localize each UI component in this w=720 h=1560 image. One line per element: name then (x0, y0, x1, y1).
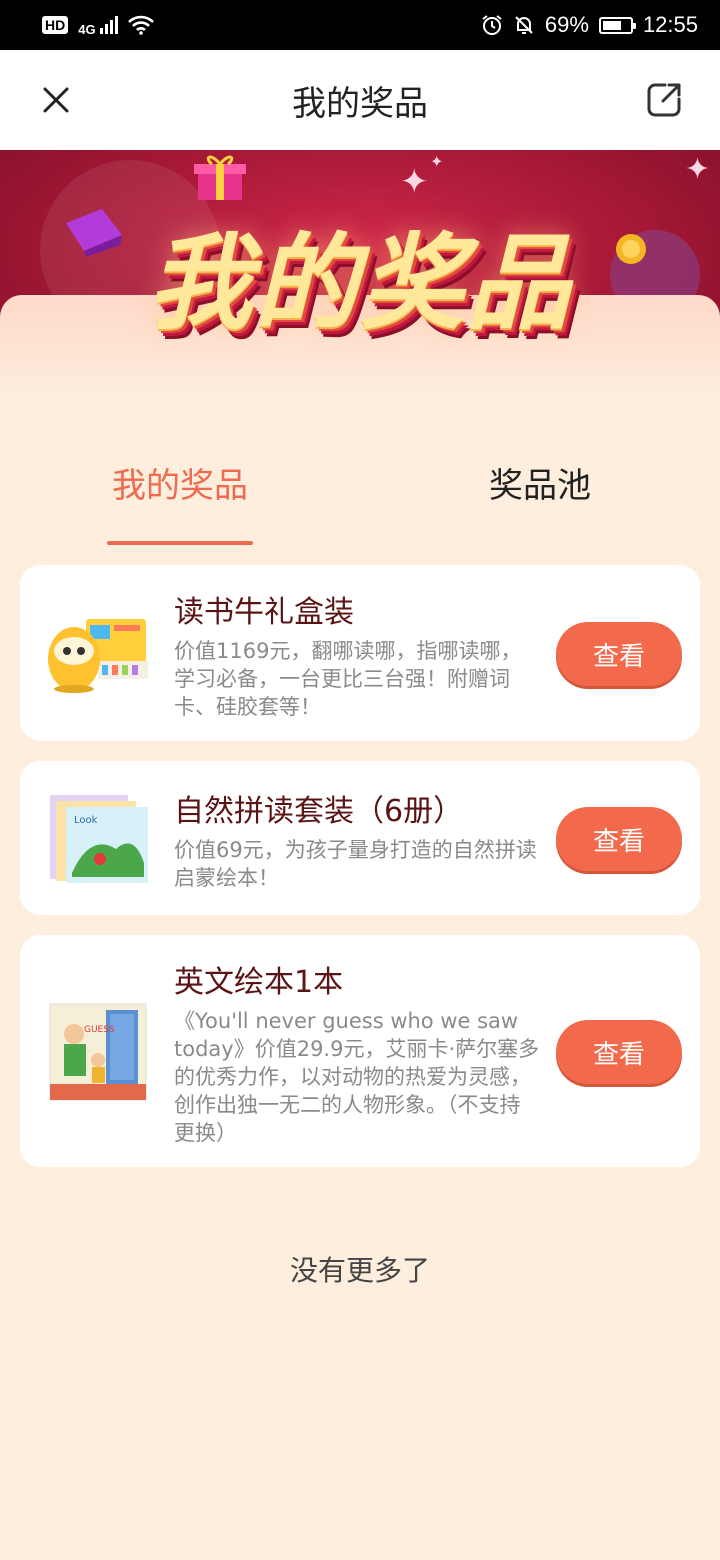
close-icon (43, 87, 69, 113)
page-title: 我的奖品 (292, 83, 428, 124)
nav-bar: 我的奖品 (0, 50, 720, 150)
prize-desc: 《You'll never guess who we saw today》价值2… (174, 1009, 540, 1145)
status-bar: HD 4G 69% 12:55 (0, 0, 720, 50)
share-button[interactable] (644, 80, 684, 120)
status-left: HD 4G (42, 14, 154, 37)
battery-icon (598, 16, 636, 34)
wifi-icon (127, 15, 154, 35)
prize-image-picture-book: GUESS (46, 1003, 150, 1101)
mute-bell-icon (515, 16, 533, 34)
network-type: 4G (78, 21, 96, 37)
sparkle-icon: ✦ (430, 152, 444, 171)
gift-box-icon (194, 155, 246, 200)
view-button[interactable]: 查看 (556, 622, 682, 686)
prize-card: Look 自然拼读套装（6册） 价值69元，为孩子量身打造的自然拼读启蒙绘本！ … (20, 761, 700, 915)
tab-prize-pool[interactable]: 奖品池 (360, 458, 720, 545)
banner: ✦ ✦ ✦ 我的奖品 (0, 150, 720, 400)
prize-desc: 价值69元，为孩子量身打造的自然拼读启蒙绘本！ (174, 838, 537, 890)
prize-name: 英文绘本1本 (174, 965, 344, 1000)
battery-level (602, 20, 621, 30)
sparkle-icon: ✦ (684, 152, 710, 187)
close-button[interactable] (36, 80, 76, 120)
view-button[interactable]: 查看 (556, 1020, 682, 1084)
prize-image-reading-toy (46, 608, 150, 700)
view-button[interactable]: 查看 (556, 807, 682, 871)
svg-text:GUESS: GUESS (84, 1025, 115, 1035)
tab-bar: 我的奖品 奖品池 (0, 400, 720, 545)
prize-name: 自然拼读套装（6册） (174, 794, 464, 829)
hd-badge: HD (42, 16, 69, 34)
clock: 12:55 (642, 12, 698, 37)
prize-image-phonics-books: Look (46, 793, 150, 885)
prize-body: 自然拼读套装（6册） 价值69元，为孩子量身打造的自然拼读启蒙绘本！ (150, 786, 556, 892)
alarm-icon (482, 15, 502, 35)
prize-name: 读书牛礼盒装 (174, 595, 354, 630)
prize-card: 读书牛礼盒装 价值1169元，翻哪读哪，指哪读哪，学习必备，一台更比三台强！附赠… (20, 565, 700, 741)
prize-card: GUESS 英文绘本1本 《You'll never guess who we … (20, 935, 700, 1167)
share-icon (647, 83, 681, 117)
prize-desc: 价值1169元，翻哪读哪，指哪读哪，学习必备，一台更比三台强！附赠词卡、硅胶套等… (174, 639, 522, 719)
prize-body: 读书牛礼盒装 价值1169元，翻哪读哪，指哪读哪，学习必备，一台更比三台强！附赠… (150, 587, 556, 721)
battery-percent: 69% (544, 12, 589, 37)
tab-my-prizes[interactable]: 我的奖品 (0, 458, 360, 545)
status-right: 69% 12:55 (481, 12, 698, 38)
prize-body: 英文绘本1本 《You'll never guess who we saw to… (150, 957, 556, 1147)
signal-icon (99, 16, 118, 34)
banner-title: 我的奖品 (147, 222, 572, 344)
sparkle-icon: ✦ (400, 162, 429, 202)
prize-list: 读书牛礼盒装 价值1169元，翻哪读哪，指哪读哪，学习必备，一台更比三台强！附赠… (0, 565, 720, 1167)
svg-text:Look: Look (74, 815, 98, 826)
no-more-text: 没有更多了 (289, 1254, 430, 1287)
